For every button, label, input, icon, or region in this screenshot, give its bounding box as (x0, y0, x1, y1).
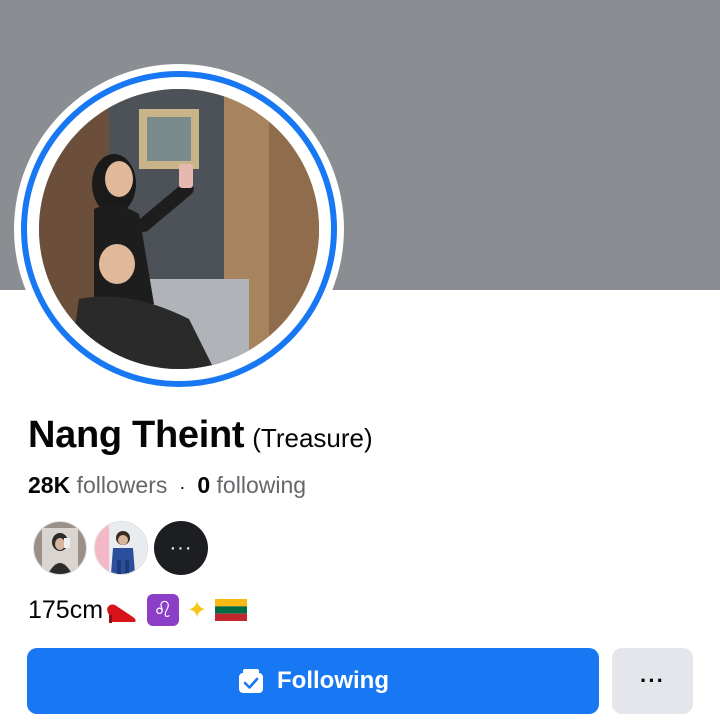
followers-link[interactable]: 28K followers (28, 472, 167, 498)
following-label: following (216, 472, 307, 498)
more-dots-icon: ··· (169, 536, 193, 559)
following-button-label: Following (277, 667, 389, 694)
leo-icon: ♌ (147, 594, 180, 626)
stats-separator: · (179, 477, 186, 497)
story-ring (21, 71, 337, 387)
alternate-name: (Treasure) (252, 423, 373, 453)
profile-bio: 175cm ♌ ✦ (28, 594, 248, 626)
more-dots-icon: ··· (640, 668, 665, 693)
bio-text: 175cm (28, 595, 104, 624)
profile-name: Nang Theint (28, 414, 245, 456)
following-check-icon (237, 667, 265, 695)
following-count: 0 (197, 472, 211, 498)
sparkles-icon: ✦ (187, 596, 208, 624)
profile-picture[interactable] (14, 64, 344, 394)
lithuania-flag-icon (215, 599, 248, 621)
more-options-button[interactable]: ··· (612, 648, 693, 714)
following-button[interactable]: Following (27, 648, 599, 714)
friend-avatar[interactable] (33, 521, 87, 575)
following-link[interactable]: 0 following (197, 472, 306, 498)
followers-count: 28K (28, 472, 71, 498)
followers-label: followers (76, 472, 168, 498)
profile-name-row: Nang Theint (Treasure) (28, 414, 373, 457)
friend-avatar[interactable] (94, 521, 148, 575)
follow-stats: 28K followers · 0 following (28, 472, 306, 499)
more-friends-button[interactable]: ··· (154, 521, 208, 575)
high-heel-icon (105, 595, 139, 625)
profile-photo (39, 89, 319, 369)
